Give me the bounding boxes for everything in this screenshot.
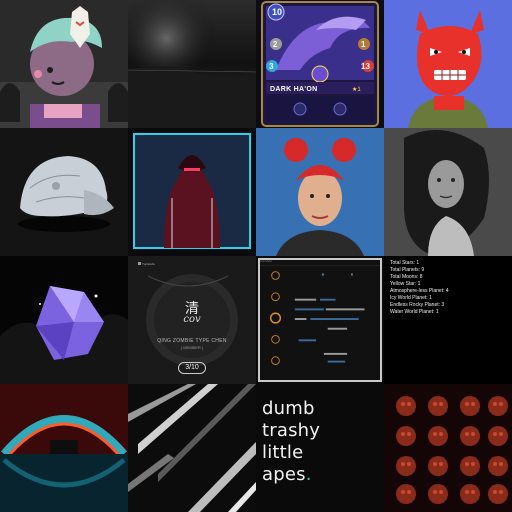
card-attack-value: 2 — [273, 40, 278, 49]
stats-line: Yellow Star: 1 — [390, 281, 421, 287]
red-demon-icon — [384, 0, 512, 128]
card-speed-value: 3 — [269, 62, 274, 71]
gallery-tile-silver-cap[interactable] — [0, 128, 128, 256]
dashboard-icon — [260, 265, 380, 365]
card-mana-value: 10 — [272, 7, 283, 17]
card-level: ★1 — [352, 87, 361, 93]
album-subtitle: [ MEMBER ] — [180, 345, 203, 350]
stats-line: Water World Planet: 1 — [390, 309, 439, 315]
card-armor-value: 1 — [361, 40, 366, 49]
woman-portrait-icon — [384, 128, 512, 256]
masked-character-icon — [0, 0, 128, 128]
gallery-tile-purple-crystal[interactable] — [0, 256, 128, 384]
neon-arch-icon — [0, 384, 128, 512]
gallery-tile-abstract-lines[interactable] — [128, 384, 256, 512]
gallery-tile-hooded-figure[interactable] — [128, 128, 256, 256]
gallery-tile-dragon-card[interactable]: 10 2 1 3 13 DARK HA'ON ★1 — [256, 0, 384, 128]
gallery-tile-red-demon[interactable] — [384, 0, 512, 128]
gallery-tile-red-hair-portrait[interactable] — [256, 128, 384, 256]
text-end-mark: . — [305, 464, 312, 485]
gallery-tile-woman-portrait[interactable] — [384, 128, 512, 256]
skulls-grid-icon — [384, 384, 512, 512]
gallery-tile-skulls-grid[interactable] — [384, 384, 512, 512]
stats-line: Total Moons: 8 — [390, 274, 423, 280]
card-name: DARK HA'ON — [270, 86, 318, 93]
abstract-lines-icon — [128, 384, 256, 512]
stats-line: Total Planets: 9 — [390, 267, 425, 273]
dashboard-title: overview — [260, 259, 272, 263]
text-line-last: apes. — [262, 464, 384, 486]
album-edition-badge: 3/10 — [178, 362, 206, 374]
text-line: trashy — [262, 420, 321, 441]
silver-cap-icon — [0, 128, 128, 256]
text-line: little — [262, 442, 304, 463]
dark-landscape-icon — [128, 0, 256, 128]
purple-crystal-icon — [0, 256, 128, 384]
dashboard-frame — [258, 258, 382, 382]
text-line-word: apes — [262, 464, 306, 485]
album-artist: QING ZOMBIE TYPE CHEN — [157, 338, 227, 344]
gallery-tile-text[interactable]: dumb trashy little apes. — [256, 384, 384, 512]
stats-line: Icy World Planet: 1 — [390, 295, 432, 301]
stats-line: Atmosphere-less Planet: 4 — [390, 288, 449, 294]
text-line: dumb — [262, 398, 315, 419]
album-logo: cov — [183, 314, 201, 325]
gallery-tile-dark-landscape[interactable] — [128, 0, 256, 128]
red-hair-portrait-icon — [256, 128, 384, 256]
album-label: Tuplelabs — [142, 262, 155, 266]
gallery-tile-neon-arch[interactable] — [0, 384, 128, 512]
gallery-tile-stats-list[interactable]: Total Stars: 1 Total Planets: 9 Total Mo… — [384, 256, 512, 384]
stats-line: Endless Rocky Planet: 3 — [390, 302, 445, 308]
gallery-tile-masked-character[interactable] — [0, 0, 128, 128]
stats-line: Total Stars: 1 — [390, 260, 420, 266]
gallery-tile-album-cover[interactable]: Tuplelabs 清 cov QING ZOMBIE TYPE CHEN [ … — [128, 256, 256, 384]
hooded-figure-icon — [128, 128, 256, 256]
gallery-tile-dashboard[interactable]: overview — [256, 256, 384, 384]
card-health-value: 13 — [361, 62, 370, 71]
nft-gallery-grid: 10 2 1 3 13 DARK HA'ON ★1 Tuplelabs 清 co… — [0, 0, 512, 512]
